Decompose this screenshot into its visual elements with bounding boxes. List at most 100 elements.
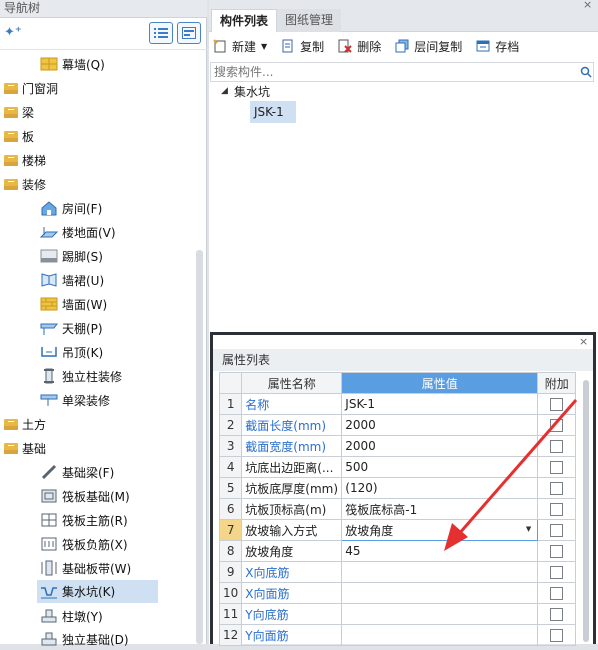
row-number: 10 (218, 582, 243, 604)
table-row[interactable]: 11 Y向底筋 (218, 603, 577, 625)
component-item-selected[interactable]: JSK-1 (250, 101, 296, 123)
raft-negative-rebar-icon (41, 537, 57, 551)
isolated-footing-icon (41, 632, 57, 646)
tree-group-decoration[interactable]: 装修 (4, 173, 199, 195)
annotation-arrow (444, 399, 578, 551)
tree-item-sump-pit[interactable]: 集水坑(K) (37, 580, 158, 603)
tree-group-beam[interactable]: 梁 (4, 101, 199, 123)
search-input[interactable]: 搜索构件... (210, 62, 594, 82)
tree-item-column-pier[interactable]: 柱墩(Y) (40, 605, 235, 627)
row-number: 8 (218, 540, 243, 562)
tree-item-label: 筏板负筋(X) (62, 537, 128, 552)
collapse-arrow-icon[interactable]: ◢ (221, 86, 228, 96)
room-icon (41, 201, 57, 216)
folder-icon (4, 154, 18, 166)
tree-item-column-finish[interactable]: 独立柱装修 (40, 365, 235, 387)
raft-foundation-icon (41, 489, 57, 503)
tree-item-label: 基础 (22, 441, 47, 456)
tree-item-curtain-wall[interactable]: 幕墙(Q) (40, 53, 235, 75)
row-number: 9 (218, 561, 243, 583)
property-name: 放坡角度 (241, 540, 343, 562)
tree-item-label: 踢脚(S) (62, 249, 103, 264)
save-button[interactable]: 存档 (476, 38, 519, 55)
floor-copy-button[interactable]: 层间复制 (395, 38, 462, 55)
tree-item-label: 墙面(W) (62, 297, 108, 312)
tree-item-ceiling[interactable]: 天棚(P) (40, 317, 235, 339)
tree-item-skirting[interactable]: 踢脚(S) (40, 245, 235, 267)
tree-group-doors-windows[interactable]: 门窗洞 (4, 77, 199, 99)
attach-checkbox[interactable] (550, 608, 564, 621)
tree-item-foundation-beam[interactable]: 基础梁(F) (40, 461, 235, 483)
tree-item-raft-negative-rebar[interactable]: 筏板负筋(X) (40, 533, 235, 555)
tree-item-label: 天棚(P) (62, 321, 103, 336)
wall-surface-icon (40, 297, 58, 311)
tree-item-dado[interactable]: 墙裙(U) (40, 269, 235, 291)
column-pier-icon (41, 609, 57, 623)
nav-scrollbar[interactable] (196, 250, 203, 644)
delete-icon (338, 39, 352, 53)
tree-item-floor[interactable]: 楼地面(V) (40, 221, 235, 243)
property-scrollbar[interactable] (583, 380, 589, 642)
tree-group-slab[interactable]: 板 (4, 125, 199, 147)
raft-main-rebar-icon (41, 513, 57, 527)
tree-item-foundation-strip[interactable]: 基础板带(W) (40, 557, 235, 579)
tree-item-beam-finish[interactable]: 单梁装修 (40, 389, 235, 411)
new-button[interactable]: 新建 ▼ (213, 38, 267, 55)
component-group[interactable]: 集水坑 (234, 83, 270, 100)
search-icon[interactable] (580, 66, 592, 78)
property-name: 截面宽度(mm) (241, 435, 343, 457)
list-view-button[interactable] (149, 22, 173, 44)
property-value[interactable] (341, 624, 539, 646)
tree-group-earthwork[interactable]: 土方 (4, 413, 199, 435)
tree-item-raft-foundation[interactable]: 筏板基础(M) (40, 485, 235, 507)
suspended-ceiling-icon (41, 347, 57, 357)
tree-group-stairs[interactable]: 楼梯 (4, 149, 199, 171)
row-number: 4 (218, 456, 243, 478)
tree-group-foundation[interactable]: 基础 (4, 437, 199, 459)
delete-button-label: 删除 (357, 39, 382, 54)
tab-drawing-management[interactable]: 图纸管理 (277, 9, 342, 32)
expand-all-icon[interactable]: ✦⁺ (4, 25, 22, 40)
tree-item-raft-main-rebar[interactable]: 筏板主筋(R) (40, 509, 235, 531)
tree-item-label: 基础梁(F) (62, 465, 115, 480)
curtain-wall-icon (40, 57, 58, 71)
tree-item-suspended-ceiling[interactable]: 吊顶(K) (40, 341, 235, 363)
tab-component-list[interactable]: 构件列表 (211, 9, 278, 32)
close-icon[interactable]: × (583, 0, 592, 11)
tree-item-label: 梁 (22, 105, 35, 120)
attach-checkbox[interactable] (550, 566, 564, 579)
save-icon (476, 40, 490, 52)
table-row[interactable]: 12 Y向面筋 (218, 624, 577, 646)
row-number: 6 (218, 498, 243, 520)
tree-item-wall-surface[interactable]: 墙面(W) (40, 293, 235, 315)
table-row[interactable]: 9 X向底筋 (218, 561, 577, 583)
property-name: 截面长度(mm) (241, 414, 343, 436)
property-panel-title: 属性列表 (213, 349, 593, 371)
property-name: 坑板顶标高(m) (241, 498, 343, 520)
property-value[interactable] (341, 561, 539, 583)
tree-item-isolated-footing[interactable]: 独立基础(D) (40, 628, 235, 650)
card-icon (182, 27, 196, 39)
attach-checkbox[interactable] (550, 629, 564, 642)
close-icon[interactable]: × (579, 335, 588, 348)
foundation-strip-icon (41, 560, 57, 576)
save-button-label: 存档 (495, 39, 520, 54)
card-view-button[interactable] (177, 22, 201, 44)
floor-copy-icon (395, 39, 409, 53)
property-value[interactable] (341, 603, 539, 625)
component-toolbar: 新建 ▼ 复制 删除 层间复制 存档 (209, 32, 598, 60)
sump-pit-icon (41, 586, 57, 598)
floor-icon (40, 227, 58, 238)
property-value[interactable] (341, 582, 539, 604)
property-name: 名称 (241, 393, 343, 415)
table-row[interactable]: 10 X向面筋 (218, 582, 577, 604)
floor-copy-button-label: 层间复制 (414, 39, 463, 54)
attach-checkbox[interactable] (550, 587, 564, 600)
copy-button[interactable]: 复制 (281, 38, 324, 55)
column-header-extra: 附加 (537, 372, 577, 394)
property-name: 坑板底厚度(mm) (241, 477, 343, 499)
tree-item-room[interactable]: 房间(F) (40, 197, 235, 219)
property-name: X向底筋 (241, 561, 343, 583)
component-list: ◢ 集水坑 JSK-1 (209, 82, 598, 332)
delete-button[interactable]: 删除 (338, 38, 381, 55)
